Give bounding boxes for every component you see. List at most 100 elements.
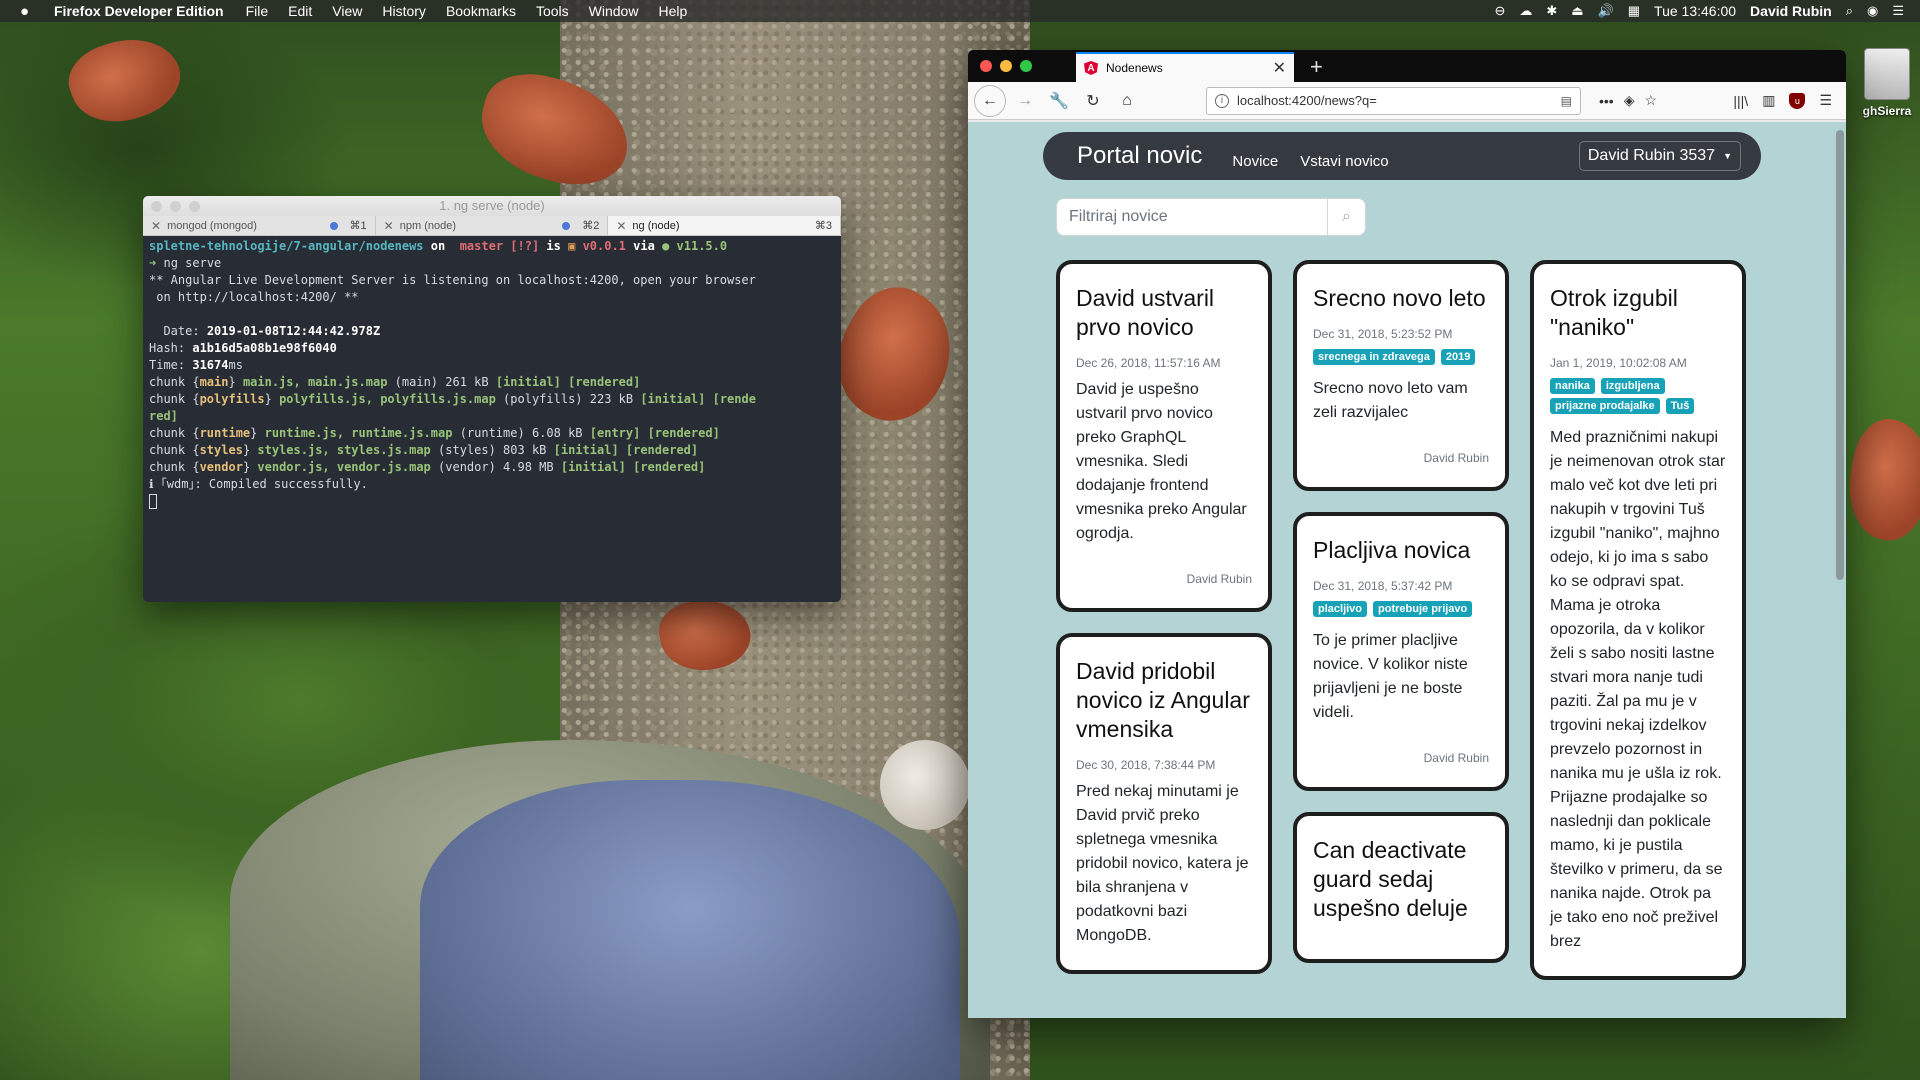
tag-badge[interactable]: prijazne prodajalke (1550, 398, 1660, 414)
menu-history[interactable]: History (382, 3, 426, 19)
news-card[interactable]: David ustvaril prvo novico Dec 26, 2018,… (1056, 260, 1272, 612)
url-text[interactable]: localhost:4200/news?q= (1237, 93, 1377, 108)
menu-help[interactable]: Help (658, 3, 687, 19)
menu-file[interactable]: File (246, 3, 269, 19)
news-body: To je primer placljive novice. V kolikor… (1313, 632, 1468, 721)
toolbar-right: |||\ ▥ u ☰ (1733, 92, 1840, 109)
zoom-window-button[interactable] (1020, 60, 1032, 72)
close-window-button[interactable] (151, 201, 162, 212)
apple-icon[interactable]: ● (20, 3, 38, 20)
siri-icon[interactable]: ◉ (1867, 3, 1878, 19)
chunk-kind: (styles) (438, 443, 496, 457)
user-menu-label: David Rubin 3537 (1587, 147, 1716, 164)
new-tab-icon[interactable]: + (1310, 54, 1323, 80)
tag-badge[interactable]: potrebuje prijavo (1373, 601, 1473, 617)
ublock-shield-icon[interactable]: u (1789, 92, 1806, 109)
desktop-drive[interactable]: ghSierra (1854, 48, 1920, 118)
tag-badge[interactable]: 2019 (1440, 349, 1476, 365)
site-navbar: Portal novic Novice Vstavi novico David … (1043, 132, 1761, 180)
spotlight-icon[interactable]: ⌕ (1846, 3, 1853, 19)
terminal-tab[interactable]: ✕ npm (node) ⌘2 (376, 216, 609, 235)
nav-link-novice[interactable]: Novice (1232, 153, 1278, 170)
browser-tab[interactable]: A Nodenews ✕ (1076, 52, 1294, 82)
page-scrollbar[interactable] (1836, 130, 1844, 580)
bluetooth-icon[interactable]: ✱ (1546, 3, 1557, 19)
info-icon[interactable]: i (1215, 93, 1229, 108)
news-date: Dec 31, 2018, 5:37:42 PM (1313, 579, 1453, 593)
tag-badge[interactable]: izgubljena (1600, 378, 1665, 394)
close-window-button[interactable] (980, 60, 992, 72)
forward-arrow-icon[interactable]: → (1010, 86, 1040, 116)
tag-badge[interactable]: Tuš (1665, 398, 1695, 414)
url-bar[interactable]: i localhost:4200/news?q= ▤ (1206, 86, 1581, 115)
news-date: Dec 31, 2018, 5:23:52 PM (1313, 327, 1453, 341)
menu-tools[interactable]: Tools (536, 3, 569, 19)
status-area: ⊖ ☁ ✱ ⏏ 🔊 ▦ Tue 13:46:00 David Rubin ⌕ ◉… (1494, 3, 1920, 19)
chunk-size: 261 kB (445, 375, 489, 389)
airplay-icon[interactable]: ⏏ (1571, 3, 1583, 19)
traffic-lights (151, 201, 200, 212)
flag-icon[interactable]: ▦ (1628, 3, 1640, 19)
tag-badge[interactable]: nanika (1550, 378, 1595, 394)
tag-badge[interactable]: srecnega in zdravega (1313, 349, 1435, 365)
terminal-tab[interactable]: ✕ mongod (mongod) ⌘1 (143, 216, 376, 235)
nav-link-vstavi-novico[interactable]: Vstavi novico (1300, 153, 1388, 170)
menu-window[interactable]: Window (589, 3, 639, 19)
jeans (420, 780, 960, 1080)
news-card[interactable]: David pridobil novico iz Angular vmensik… (1056, 633, 1272, 974)
minimize-window-button[interactable] (1000, 60, 1012, 72)
tag-badge[interactable]: placljivo (1313, 601, 1368, 617)
news-card[interactable]: Otrok izgubil "naniko" Jan 1, 2019, 10:0… (1530, 260, 1746, 980)
minimize-window-button[interactable] (170, 201, 181, 212)
menu-edit[interactable]: Edit (288, 3, 312, 19)
tab-shortcut: ⌘1 (349, 220, 367, 232)
chunk-flags: [entry] [rendered] (589, 426, 720, 440)
menubar-user[interactable]: David Rubin (1750, 3, 1832, 19)
more-actions-icon[interactable]: ••• (1599, 93, 1614, 109)
hamburger-menu-icon[interactable]: ☰ (1819, 92, 1832, 109)
chunk-size: 4.98 MB (503, 460, 554, 474)
terminal-tab-active[interactable]: ✕ ng (node) ⌘3 (608, 216, 841, 235)
terminal-titlebar[interactable]: 1. ng serve (node) (143, 196, 841, 216)
user-menu-dropdown[interactable]: David Rubin 3537 ▼ (1578, 141, 1741, 171)
close-tab-icon[interactable]: ✕ (616, 219, 626, 233)
pocket-icon[interactable]: ◈ (1624, 92, 1635, 109)
close-tab-icon[interactable]: ✕ (384, 219, 394, 233)
wrench-icon[interactable]: 🔧 (1044, 86, 1074, 116)
menu-view[interactable]: View (332, 3, 362, 19)
chunk-flags: [initial] [rendered] (495, 375, 641, 389)
menu-bookmarks[interactable]: Bookmarks (446, 3, 516, 19)
back-arrow-icon[interactable]: ← (974, 84, 1006, 117)
reader-view-icon[interactable]: ▤ (1561, 94, 1572, 108)
terminal-output[interactable]: spletne-tehnologije/7-angular/nodenews o… (143, 236, 841, 512)
date-value: 2019-01-08T12:44:42.978Z (206, 324, 381, 338)
close-tab-icon[interactable]: ✕ (1273, 58, 1286, 78)
chunk-size: 803 kB (503, 443, 547, 457)
news-card[interactable]: Placljiva novica Dec 31, 2018, 5:37:42 P… (1293, 512, 1509, 791)
notification-center-icon[interactable]: ☰ (1892, 3, 1904, 19)
terminal-tabs: ✕ mongod (mongod) ⌘1 ✕ npm (node) ⌘2 ✕ n… (143, 216, 841, 236)
filter-input[interactable]: Filtriraj novice (1057, 208, 1327, 226)
volume-icon[interactable]: 🔊 (1598, 3, 1614, 19)
news-title: David pridobil novico iz Angular vmensik… (1076, 658, 1250, 742)
sidebar-icon[interactable]: ▥ (1762, 92, 1775, 109)
news-card[interactable]: Srecno novo leto Dec 31, 2018, 5:23:52 P… (1293, 260, 1509, 491)
chunk-flags: [initial] [rende (640, 392, 756, 406)
git-branch: master [!?] (452, 239, 540, 253)
bookmark-star-icon[interactable]: ☆ (1645, 92, 1658, 109)
close-tab-icon[interactable]: ✕ (151, 219, 161, 233)
home-icon[interactable]: ⌂ (1112, 86, 1142, 116)
site-brand[interactable]: Portal novic (1077, 142, 1202, 170)
menubar-clock[interactable]: Tue 13:46:00 (1654, 3, 1736, 19)
news-body: Med prazničnimi nakupi je neimenovan otr… (1550, 429, 1726, 950)
sync-icon[interactable]: ⊖ (1494, 3, 1505, 19)
zoom-window-button[interactable] (189, 201, 200, 212)
browser-tab-title: Nodenews (1106, 61, 1163, 75)
reload-icon[interactable]: ↻ (1078, 86, 1108, 116)
terminal-tab-label: ng (node) (632, 219, 680, 232)
library-icon[interactable]: |||\ (1733, 93, 1748, 109)
news-card[interactable]: Can deactivate guard sedaj uspešno deluj… (1293, 812, 1509, 963)
search-icon[interactable]: ⌕ (1327, 199, 1365, 235)
menubar-app-name[interactable]: Firefox Developer Edition (54, 3, 224, 19)
cloud-icon[interactable]: ☁ (1519, 3, 1532, 19)
